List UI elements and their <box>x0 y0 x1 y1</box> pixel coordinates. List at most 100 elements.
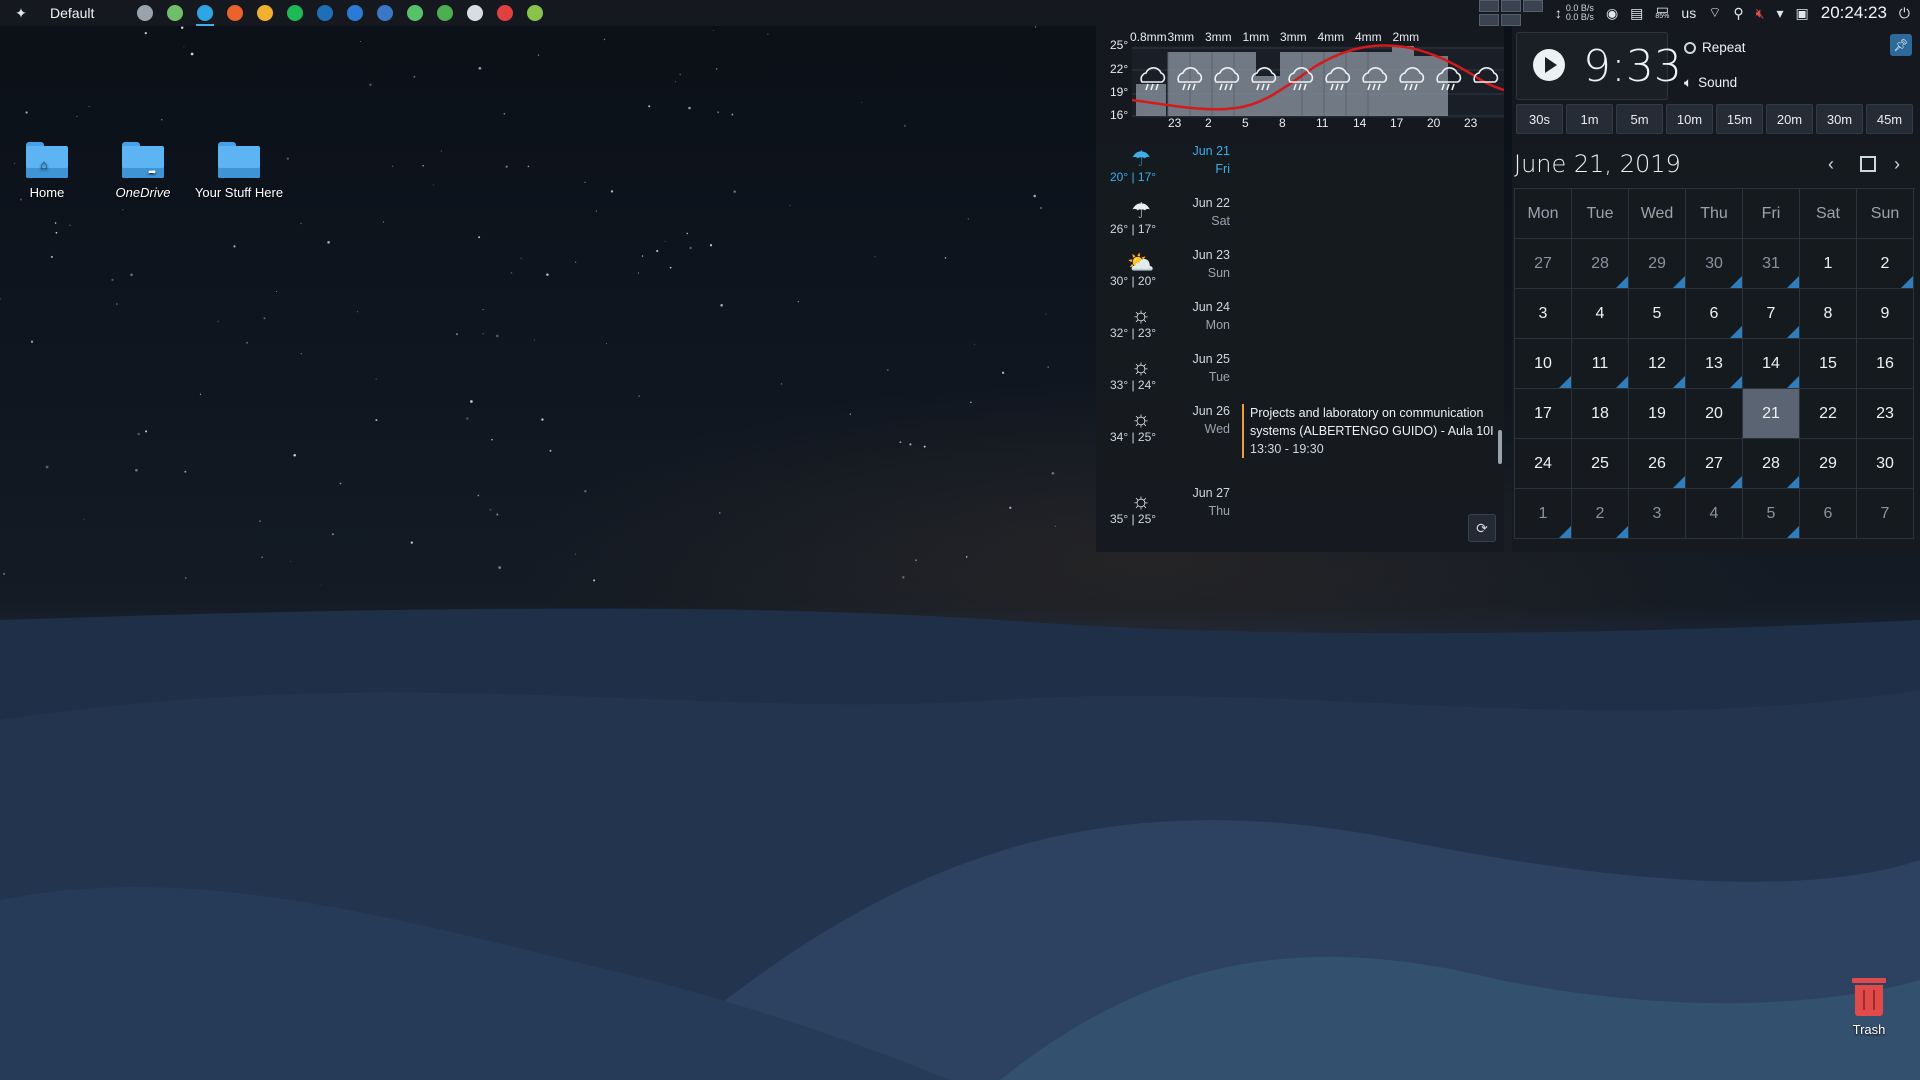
calendar-day[interactable]: 2 <box>1857 239 1914 289</box>
calendar-day[interactable]: 1 <box>1800 239 1857 289</box>
volume-muted-icon[interactable]: 🔇︎ <box>1756 5 1765 22</box>
preset-button-45m[interactable]: 45m <box>1866 104 1913 134</box>
cpu-monitor-icon[interactable]: ▣ <box>1796 5 1809 22</box>
preset-button-30m[interactable]: 30m <box>1816 104 1863 134</box>
task-android[interactable] <box>404 2 426 24</box>
task-night-mode[interactable] <box>254 2 276 24</box>
calendar-day[interactable]: 29 <box>1629 239 1686 289</box>
github-icon[interactable]: ◉ <box>1606 5 1618 22</box>
calendar-day[interactable]: 1 <box>1515 489 1572 539</box>
task-terminal[interactable] <box>134 2 156 24</box>
digital-clock[interactable]: 20:24:23 <box>1821 3 1887 23</box>
calendar-day[interactable]: 11 <box>1572 339 1629 389</box>
task-image-viewer[interactable] <box>434 2 456 24</box>
application-launcher-icon[interactable]: ✦ <box>8 0 34 26</box>
calendar-day[interactable]: 5 <box>1743 489 1800 539</box>
task-vscode[interactable] <box>314 2 336 24</box>
desktop-icon-home[interactable]: ⌂ Home <box>2 142 92 202</box>
calendar-day[interactable]: 10 <box>1515 339 1572 389</box>
calendar-day[interactable]: 3 <box>1515 289 1572 339</box>
precip-label: 2mm <box>1392 30 1420 44</box>
wifi-icon[interactable]: ⌔ <box>1708 4 1721 22</box>
calendar-day[interactable]: 18 <box>1572 389 1629 439</box>
power-icon[interactable]: ⏻ <box>1899 5 1910 22</box>
task-qbittorrent[interactable] <box>374 2 396 24</box>
calendar-day[interactable]: 8 <box>1800 289 1857 339</box>
activity-switcher[interactable]: Default <box>50 5 94 21</box>
task-settings-tool[interactable] <box>464 2 486 24</box>
preset-button-30s[interactable]: 30s <box>1516 104 1563 134</box>
star <box>717 111 720 114</box>
calendar-day[interactable]: 28 <box>1572 239 1629 289</box>
desktop-icon-onedrive[interactable]: ➦ OneDrive <box>98 142 188 202</box>
speaker-icon: 🔈︎ <box>1684 75 1693 90</box>
terminal-icon <box>137 5 154 21</box>
calendar-day[interactable]: 27 <box>1686 439 1743 489</box>
task-writer[interactable] <box>344 2 366 24</box>
expand-tray-icon[interactable]: ▾ <box>1776 5 1783 22</box>
preset-button-15m[interactable]: 15m <box>1716 104 1763 134</box>
star <box>482 333 484 335</box>
calendar-day[interactable]: 20 <box>1686 389 1743 439</box>
calendar-day[interactable]: 30 <box>1857 439 1914 489</box>
task-archive[interactable] <box>164 2 186 24</box>
calendar-day[interactable]: 13 <box>1686 339 1743 389</box>
task-redshift[interactable] <box>494 2 516 24</box>
calendar-event[interactable]: Projects and laboratory on communication… <box>1242 404 1500 458</box>
next-month-button[interactable]: › <box>1894 154 1900 175</box>
calendar-day[interactable]: 4 <box>1572 289 1629 339</box>
task-uget[interactable] <box>524 2 546 24</box>
calendar-day[interactable]: 3 <box>1629 489 1686 539</box>
calendar-day[interactable]: 30 <box>1686 239 1743 289</box>
task-firefox[interactable] <box>224 2 246 24</box>
agenda-scrollbar[interactable] <box>1498 430 1502 464</box>
clipboard-icon[interactable]: ▤ <box>1630 5 1643 22</box>
desktop-icon-your-stuff[interactable]: Your Stuff Here <box>194 142 284 202</box>
pin-button[interactable]: 📌︎ <box>1890 34 1912 56</box>
calendar-day[interactable]: 31 <box>1743 239 1800 289</box>
calendar-day[interactable]: 27 <box>1515 239 1572 289</box>
star <box>233 245 236 248</box>
calendar-day[interactable]: 19 <box>1629 389 1686 439</box>
trash-icon-widget[interactable]: Trash <box>1826 978 1912 1037</box>
calendar-day[interactable]: 26 <box>1629 439 1686 489</box>
calendar-day[interactable]: 24 <box>1515 439 1572 489</box>
calendar-day[interactable]: 6 <box>1800 489 1857 539</box>
calendar-day[interactable]: 7 <box>1857 489 1914 539</box>
refresh-button[interactable]: ⟳ <box>1468 514 1496 542</box>
task-telegram[interactable] <box>194 2 216 26</box>
calendar-day[interactable]: 29 <box>1800 439 1857 489</box>
calendar-day[interactable]: 21 <box>1743 389 1800 439</box>
preset-button-5m[interactable]: 5m <box>1616 104 1663 134</box>
preset-button-1m[interactable]: 1m <box>1566 104 1613 134</box>
calendar-day[interactable]: 16 <box>1857 339 1914 389</box>
calendar-day[interactable]: 7 <box>1743 289 1800 339</box>
preset-button-20m[interactable]: 20m <box>1766 104 1813 134</box>
battery-indicator[interactable]: ▭ 85% <box>1655 2 1669 21</box>
calendar-day[interactable]: 4 <box>1686 489 1743 539</box>
calendar-day[interactable]: 17 <box>1515 389 1572 439</box>
star <box>145 430 148 433</box>
calendar-day[interactable]: 22 <box>1800 389 1857 439</box>
today-button[interactable] <box>1860 156 1876 172</box>
play-button[interactable] <box>1533 49 1565 81</box>
calendar-day[interactable]: 25 <box>1572 439 1629 489</box>
calendar-day[interactable]: 9 <box>1857 289 1914 339</box>
calendar-day[interactable]: 2 <box>1572 489 1629 539</box>
location-pin-icon[interactable]: ⚲ <box>1733 5 1743 22</box>
calendar-day[interactable]: 28 <box>1743 439 1800 489</box>
calendar-day[interactable]: 23 <box>1857 389 1914 439</box>
calendar-day[interactable]: 14 <box>1743 339 1800 389</box>
task-spotify[interactable] <box>284 2 306 24</box>
calendar-day[interactable]: 12 <box>1629 339 1686 389</box>
sound-toggle[interactable]: 🔈︎ Sound <box>1684 75 1737 91</box>
calendar-day[interactable]: 5 <box>1629 289 1686 339</box>
preset-button-10m[interactable]: 10m <box>1666 104 1713 134</box>
keyboard-layout[interactable]: us <box>1681 5 1696 21</box>
repeat-toggle[interactable]: Repeat <box>1684 40 1746 55</box>
calendar-day[interactable]: 15 <box>1800 339 1857 389</box>
previous-month-button[interactable]: ‹ <box>1828 154 1834 175</box>
calendar-day[interactable]: 6 <box>1686 289 1743 339</box>
virtual-desktop-pager[interactable] <box>1478 0 1543 26</box>
timer-presets: 30s 1m 5m 10m 15m 20m 30m 45m <box>1516 104 1913 134</box>
